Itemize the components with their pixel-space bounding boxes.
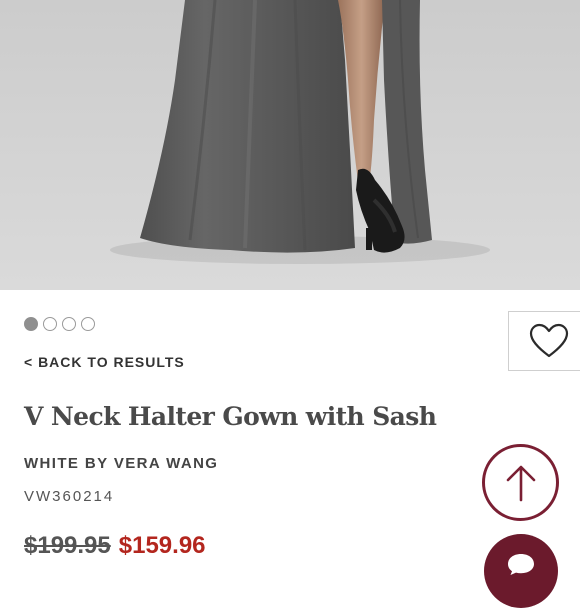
product-brand[interactable]: WHITE BY VERA WANG [24,455,218,472]
chat-icon [508,554,534,575]
product-sku: VW360214 [24,488,115,505]
carousel-dot-2[interactable] [43,317,57,331]
carousel-dot-3[interactable] [62,317,76,331]
price-block: $199.95 $159.96 [24,532,206,560]
arrow-up-icon [506,465,535,501]
original-price: $199.95 [24,532,111,559]
product-title: V Neck Halter Gown with Sash [24,402,437,431]
carousel-dot-4[interactable] [81,317,95,331]
heart-icon [529,323,569,358]
scroll-to-top-button[interactable] [482,444,559,521]
sale-price: $159.96 [118,532,206,559]
chat-button[interactable] [484,534,558,608]
back-to-results-link[interactable]: < BACK TO RESULTS [24,354,185,370]
product-image[interactable] [0,0,580,290]
product-photo [0,0,580,290]
favorite-button[interactable] [508,311,580,371]
carousel-dot-1[interactable] [24,317,38,331]
image-carousel-indicator [24,317,95,331]
